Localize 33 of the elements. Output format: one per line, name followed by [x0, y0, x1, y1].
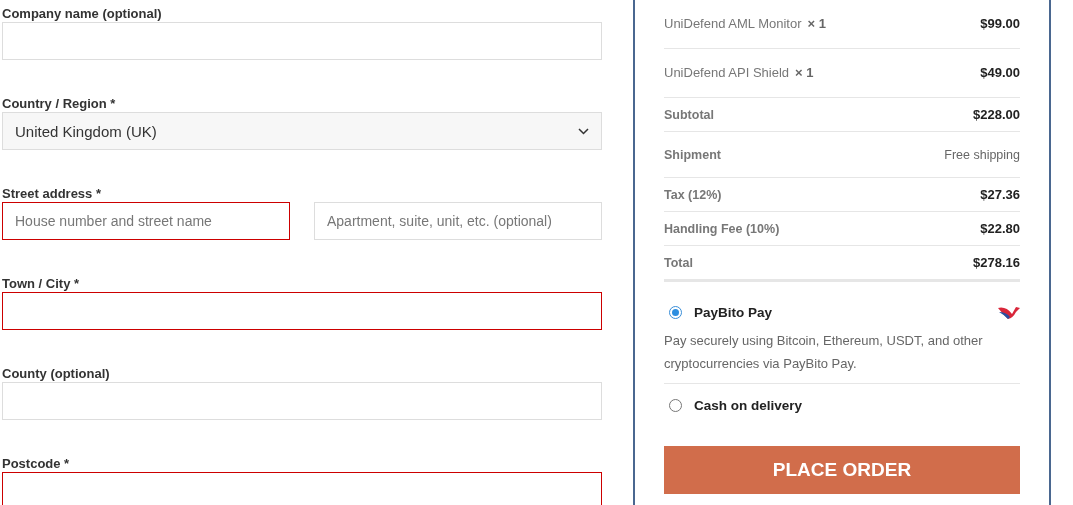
total-label: Tax (12%)	[664, 187, 722, 202]
total-value: $228.00	[973, 107, 1020, 122]
field-label: Town / City *	[2, 276, 80, 292]
product-name: UniDefend API Shield	[664, 65, 790, 80]
text-field[interactable]: House number and street name	[2, 202, 290, 240]
product-price: $99.00	[980, 15, 1020, 31]
field-label: Street address *	[2, 186, 101, 202]
field-label: County (optional)	[2, 366, 110, 382]
payment-description: Pay securely using Bitcoin, Ethereum, USDT, and other cryptocurrencies via PayBito Pay.	[664, 332, 984, 373]
field-label: Postcode *	[2, 456, 70, 472]
place-order-button[interactable]: PLACE ORDER	[664, 446, 1020, 494]
radio-button[interactable]	[669, 399, 682, 412]
radio-button[interactable]	[669, 305, 682, 319]
total-value: Free shipping	[944, 147, 1020, 162]
payment-label: Cash on delivery	[694, 398, 803, 413]
total-value: $22.80	[980, 221, 1020, 236]
product-price: $49.00	[980, 64, 1020, 80]
text-field[interactable]	[2, 472, 602, 505]
field-label: Company name (optional)	[2, 6, 162, 22]
total-label: Shipment	[664, 147, 721, 162]
product-quantity: × 1	[807, 16, 826, 31]
total-label: Handling Fee (10%)	[664, 221, 780, 236]
total-value: $27.36	[980, 187, 1020, 202]
payment-label: PayBito Pay	[694, 304, 773, 320]
total-label: Total	[664, 255, 693, 270]
total-value: $278.16	[973, 255, 1020, 270]
total-label: Subtotal	[664, 107, 714, 122]
product-name: UniDefend AML Monitor	[664, 16, 802, 31]
chevron-down-icon	[578, 127, 589, 135]
text-field[interactable]	[2, 292, 602, 330]
product-quantity: × 1	[795, 65, 814, 80]
field-label: Country / Region *	[2, 96, 116, 112]
country-select[interactable]: United Kingdom (UK)	[2, 112, 602, 150]
